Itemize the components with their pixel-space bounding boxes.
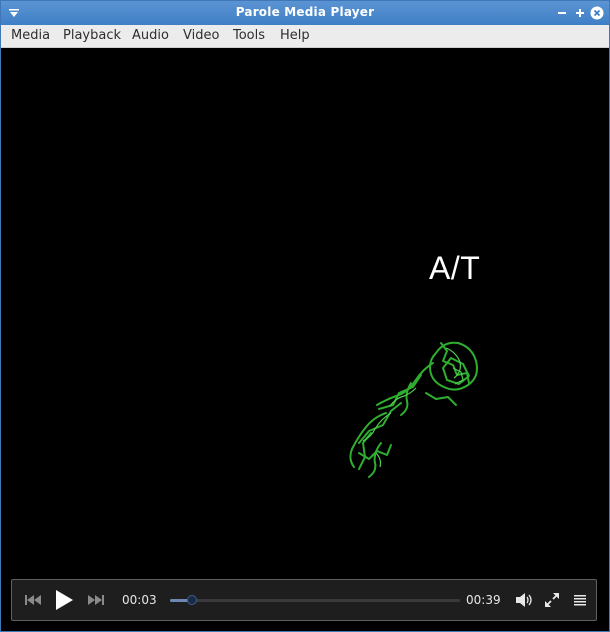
playback-controls: 00:03 00:39	[11, 579, 597, 621]
minimize-icon[interactable]	[555, 6, 569, 20]
title-bar[interactable]: Parole Media Player	[1, 1, 609, 25]
menu-audio[interactable]: Audio	[132, 28, 169, 43]
protein-structure-image	[349, 341, 478, 478]
menu-tools[interactable]: Tools	[233, 28, 265, 43]
menu-playback[interactable]: Playback	[63, 28, 121, 43]
video-area[interactable]: A/T	[1, 48, 609, 578]
menu-video[interactable]: Video	[183, 28, 219, 43]
skip-back-icon[interactable]	[24, 593, 42, 607]
window-title: Parole Media Player	[235, 5, 375, 19]
seek-handle[interactable]	[187, 595, 198, 605]
playlist-icon[interactable]	[573, 593, 587, 607]
video-overlay-text: A/T	[429, 250, 481, 286]
fullscreen-icon[interactable]	[544, 592, 560, 608]
total-time: 00:39	[466, 593, 501, 607]
volume-icon[interactable]	[515, 592, 533, 608]
close-icon[interactable]	[590, 6, 604, 20]
menu-media[interactable]: Media	[11, 28, 50, 43]
menu-help[interactable]: Help	[280, 28, 310, 43]
current-time: 00:03	[122, 593, 157, 607]
skip-forward-icon[interactable]	[87, 593, 105, 607]
media-player-window: Parole Media Player Media Playback Audio…	[0, 0, 610, 632]
play-icon[interactable]	[53, 589, 75, 611]
seek-bar[interactable]	[170, 595, 460, 605]
menu-bar: Media Playback Audio Video Tools Help	[1, 25, 609, 48]
maximize-icon[interactable]	[573, 6, 587, 20]
